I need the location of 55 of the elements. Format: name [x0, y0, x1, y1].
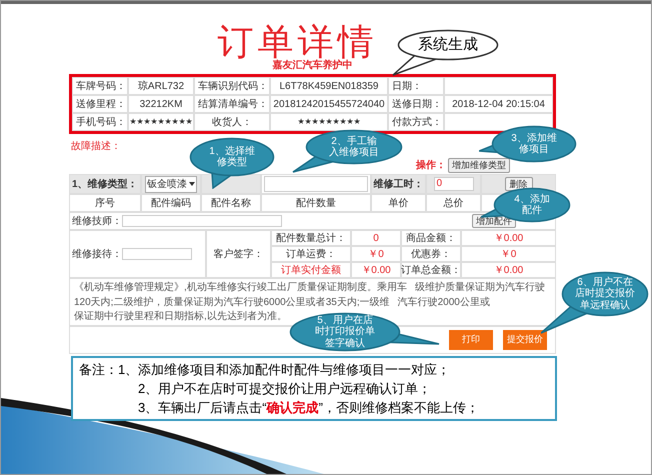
- note-line: 2、用户不在店时可提交报价让用户远程确认订单；: [137, 380, 432, 398]
- warranty-notice-text: 《机动车维修管理规定》,机动车维修实行竣工出厂质量保证期制度。乘用车: [74, 281, 407, 295]
- table-cell: 琼ARL732: [128, 77, 194, 95]
- table-cell: 结算清单编号：: [194, 95, 270, 113]
- add-repair-type-button[interactable]: 增加维修类型: [448, 158, 510, 173]
- note-label: 备注：: [79, 361, 118, 379]
- reception-input[interactable]: [122, 248, 192, 260]
- table-cell: 送修日期：: [388, 95, 444, 113]
- repair-type-select[interactable]: 钣金喷漆: [145, 176, 197, 192]
- summary-label: 商品金额：: [406, 232, 456, 246]
- warranty-notice-text: 120天内;二级维护，质量保证期为汽车行驶6000公里或者35天内;一级维: [74, 296, 390, 310]
- labor-hours-label: 维修工时：: [374, 177, 424, 192]
- table-cell: 32212KM: [128, 95, 194, 113]
- warranty-notice-text: 保证期中行驶里程和日期指标,以先达到者为准。: [74, 310, 287, 324]
- caret-icon: [189, 182, 195, 186]
- table-cell: 20181242015455724040: [270, 95, 388, 113]
- note-line: 1、添加维修项目和添加配件时配件与维修项目一一对应；: [118, 361, 452, 379]
- column-header: 配件编码: [141, 194, 201, 212]
- table-cell: 日期：: [388, 77, 444, 95]
- summary-label: 优惠券：: [411, 248, 451, 262]
- note-line: 3、车辆出厂后请点击“确认完成”，否则维修档案不能上传；: [137, 399, 479, 417]
- technician-label: 维修技师：: [72, 214, 122, 228]
- column-header: 配件名称: [201, 194, 261, 212]
- table-cell: 送修里程：: [72, 95, 128, 113]
- table-cell: 车牌号码：: [72, 77, 128, 95]
- summary-value: ￥0.00: [494, 264, 524, 278]
- column-header: 总价: [426, 194, 481, 212]
- summary-label: 配件数量总计：: [276, 232, 346, 246]
- reception-label: 维修接待：: [72, 248, 122, 262]
- summary-label: 订单实付金额: [281, 264, 341, 278]
- summary-label: 订单总金额：: [401, 264, 461, 278]
- signature-label: 客户签字：: [214, 248, 264, 262]
- table-cell: ★★★★★★★★★: [128, 113, 194, 131]
- technician-input[interactable]: [122, 215, 282, 227]
- table-cell: 收货人：: [194, 113, 270, 131]
- summary-value: ￥0: [500, 248, 516, 262]
- labor-hours-input[interactable]: 0: [434, 177, 474, 191]
- table-cell: 车辆识别代码：: [194, 77, 270, 95]
- summary-value: 0: [373, 232, 379, 246]
- operation-label: 操作：: [416, 158, 446, 173]
- fault-description-label: 故障描述：: [71, 140, 121, 154]
- summary-label: 订单运费：: [286, 248, 336, 262]
- table-cell: 2018-12-04 20:15:04: [444, 95, 553, 113]
- column-header: 序号: [69, 194, 141, 212]
- summary-value: ￥0.00: [361, 264, 391, 278]
- summary-value: ￥0.00: [494, 232, 524, 246]
- repair-item-textarea[interactable]: [264, 176, 368, 192]
- table-cell: 手机号码：: [72, 113, 128, 131]
- column-header: 配件数量: [261, 194, 371, 212]
- table-cell: L6T78K459EN018359: [270, 77, 388, 95]
- repair-type-label: 1、维修类型：: [72, 177, 138, 192]
- table-cell: 付款方式：: [388, 113, 444, 131]
- column-header: 单价: [371, 194, 426, 212]
- warranty-notice-text: 汽车行驶2000公里或: [398, 296, 490, 310]
- summary-value: ￥0: [368, 248, 384, 262]
